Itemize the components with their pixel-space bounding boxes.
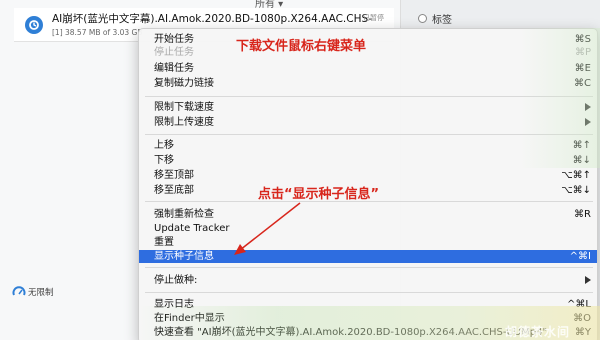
menu-item-update-tracker[interactable]: Update Tracker xyxy=(139,222,597,235)
menu-item-limit-download[interactable]: 限制下载速度 xyxy=(139,101,597,114)
menu-item-move-up[interactable]: 上移 ⌘↑ xyxy=(139,139,597,152)
menu-separator xyxy=(145,96,593,97)
menu-separator xyxy=(145,267,593,268)
speed-limit-label[interactable]: 无限制 xyxy=(28,286,54,298)
menu-item-show-torrent-info[interactable]: 显示种子信息 ^⌘I xyxy=(139,250,597,263)
tag-radio[interactable] xyxy=(418,14,427,23)
download-title: AI崩坏(蓝光中文字幕).AI.Amok.2020.BD-1080p.X264.… xyxy=(52,13,372,25)
download-status: 已暂停 xyxy=(363,14,384,22)
submenu-arrow-icon xyxy=(585,103,591,111)
submenu-arrow-icon xyxy=(585,276,591,284)
menu-item-force-recheck[interactable]: 强制重新检查 ⌘R xyxy=(139,208,597,221)
menu-item-reset[interactable]: 重置 xyxy=(139,236,597,249)
menu-item-stop[interactable]: 停止任务 ⌘P xyxy=(139,46,597,59)
menu-item-show-log[interactable]: 显示日志 ^⌘L xyxy=(139,298,597,311)
menu-item-move-down[interactable]: 下移 ⌘↓ xyxy=(139,154,597,167)
menu-item-start[interactable]: 开始任务 ⌘S xyxy=(139,33,597,46)
speed-gauge-icon xyxy=(12,286,26,296)
download-progress-text: [1] 38.57 MB of 3.03 GB xyxy=(52,28,143,37)
menu-item-edit[interactable]: 编辑任务 ⌘E xyxy=(139,62,597,75)
menu-item-stop-seeding[interactable]: 停止做种: xyxy=(139,274,597,287)
menu-separator xyxy=(145,134,593,135)
download-status-icon xyxy=(25,16,43,34)
annotation-right-click-menu: 下载文件鼠标右键菜单 xyxy=(236,39,367,54)
menu-item-limit-upload[interactable]: 限制上传速度 xyxy=(139,116,597,129)
submenu-arrow-icon xyxy=(585,118,591,126)
menu-separator xyxy=(145,292,593,293)
menu-item-move-top[interactable]: 移至顶部 ⌥⌘↑ xyxy=(139,169,597,182)
annotation-click-show-info: 点击“显示种子信息” xyxy=(258,187,380,202)
menu-item-copy-magnet[interactable]: 复制磁力链接 ⌘C xyxy=(139,77,597,90)
tag-label: 标签 xyxy=(432,15,452,26)
watermark: 胡德茶水间 xyxy=(505,325,571,339)
